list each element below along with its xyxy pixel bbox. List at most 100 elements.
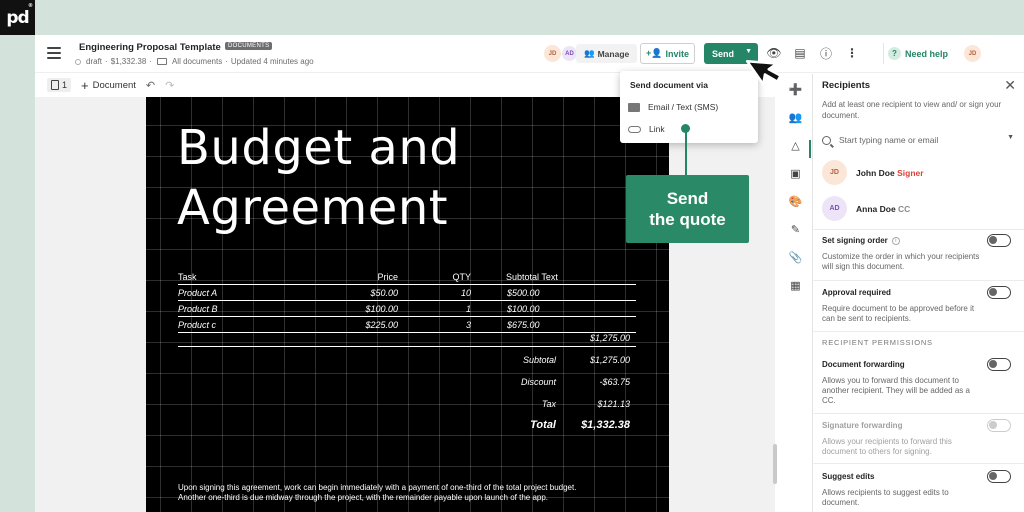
recipients-panel: Recipients ✕ Add at least one recipient … [812,74,1024,512]
content-icon[interactable]: △ [788,138,803,153]
recipients-icon[interactable]: 👥 [788,110,803,125]
option-description: Customize the order in which your recipi… [822,252,980,271]
table-total: $1,275.00 [589,333,630,343]
table-row[interactable]: Product B $100.00 1 $100.00 [178,301,636,317]
summary-value: -$63.75 [599,377,630,387]
summary-label: Tax [541,399,556,409]
column-header: Price [377,272,398,282]
side-rail: ➕ 👥 △ ▣ 🎨 ✎ 📎 ▦ [780,74,812,512]
chat-icon[interactable]: ▤ [792,45,808,61]
suggest-edits-toggle[interactable] [987,470,1011,483]
divider [813,413,1024,414]
table-total-row: $1,275.00 [178,331,636,347]
folder-link[interactable]: All documents [172,57,222,66]
send-email-option[interactable]: Email / Text (SMS) [628,102,718,112]
manage-icon: 👥 [584,48,595,58]
add-document-label: Document [92,79,136,91]
document-forwarding-toggle[interactable] [987,358,1011,371]
option-description: Allows recipients to suggest edits to do… [822,488,949,507]
info-icon[interactable]: ⓘ [818,45,834,61]
invite-button[interactable]: +👤 Invite [640,43,695,64]
brand-logo: pd ® [0,0,35,35]
chevron-down-icon[interactable]: ▼ [1007,134,1014,141]
close-icon[interactable]: ✕ [1004,77,1016,94]
info-icon[interactable]: i [891,236,900,245]
undo-icon[interactable]: ↶ [146,79,155,92]
column-header: Subtotal Text [506,272,558,282]
table-row[interactable]: Product A $50.00 10 $500.00 [178,285,636,301]
cell-price: $225.00 [365,320,398,330]
send-link-option[interactable]: Link [628,124,665,134]
pricing-icon[interactable]: ▣ [788,166,803,181]
summary-value: $1,332.38 [581,419,630,431]
table-header-row: Task Price QTY Subtotal Text [178,269,636,285]
column-header: QTY [452,272,471,282]
cell-task: Product B [178,304,218,314]
signature-forwarding-toggle[interactable] [987,419,1011,432]
summary-label: Total [530,419,556,431]
canvas-scrollbar[interactable] [773,444,777,484]
avatar: JD [822,160,847,185]
fields-icon[interactable]: ✎ [788,222,803,237]
menu-item-label: Link [649,124,665,134]
pricing-table[interactable]: Task Price QTY Subtotal Text Product A $… [178,269,636,333]
menu-item-label: Email / Text (SMS) [648,102,719,112]
manage-button[interactable]: 👥 Manage [576,44,638,63]
active-indicator [809,140,811,158]
summary-value: $1,275.00 [589,355,630,365]
recipient-item[interactable]: JD John Doe Signer [822,160,924,185]
user-avatar[interactable]: JD [964,45,981,62]
cell-subtotal: $500.00 [507,288,540,298]
help-button[interactable]: ? Need help [883,43,955,64]
agreement-line: Upon signing this agreement, work can be… [178,483,577,492]
pages-button[interactable]: 1 [47,78,72,92]
option-description: Allows you to forward this document to a… [822,376,970,405]
avatar: AD [822,196,847,221]
help-label: Need help [905,48,949,59]
document-page[interactable]: Budget and Agreement Task Price QTY Subt… [146,97,669,512]
recipient-search-input[interactable]: Start typing name or email ▼ [822,132,1014,148]
callout-text: the quote [649,210,726,229]
document-heading[interactable]: Budget and Agreement [177,118,460,238]
status-text: draft [86,57,103,66]
more-icon[interactable]: ⋮ [844,45,860,61]
send-label: Send [712,48,735,59]
menu-icon[interactable] [47,47,61,59]
cell-task: Product c [178,320,217,330]
top-header: Engineering Proposal Template DOCUMENTS … [35,35,1024,73]
manage-label: Manage [597,48,630,59]
search-icon [822,135,831,145]
recipient-item[interactable]: AD Anna Doe CC [822,196,910,221]
redo-icon[interactable]: ↷ [165,79,174,92]
callout-connector [685,129,687,175]
avatar: JD [544,45,561,62]
attachments-icon[interactable]: 📎 [788,250,803,265]
design-icon[interactable]: 🎨 [788,194,803,209]
column-header: Task [178,272,197,282]
section-label: RECIPIENT PERMISSIONS [822,338,933,347]
signing-order-toggle[interactable] [987,234,1011,247]
divider [813,463,1024,464]
app-window: Engineering Proposal Template DOCUMENTS … [35,35,1024,512]
cell-task: Product A [178,288,218,298]
invite-icon: +👤 [646,48,663,58]
option-title: Set signing order i [822,236,900,245]
panel-title: Recipients [822,80,871,91]
page-count: 1 [62,80,68,90]
apps-icon[interactable]: ▦ [788,278,803,293]
mail-icon [628,102,640,112]
cell-qty: 3 [465,320,471,330]
add-icon[interactable]: ➕ [788,82,803,97]
approval-required-toggle[interactable] [987,286,1011,299]
help-icon: ? [888,47,901,60]
recipient-name: John Doe [856,167,895,178]
document-canvas[interactable]: Budget and Agreement Task Price QTY Subt… [35,97,777,512]
invite-label: Invite [665,48,689,59]
panel-description: Add at least one recipient to view and/ … [822,100,1002,120]
agreement-text[interactable]: Upon signing this agreement, work can be… [178,483,648,503]
option-title: Document forwarding [822,360,905,369]
recipient-role: Signer [897,167,924,178]
document-title[interactable]: Engineering Proposal Template [79,42,221,53]
add-document-button[interactable]: + Document [81,78,136,93]
cell-price: $100.00 [365,304,398,314]
